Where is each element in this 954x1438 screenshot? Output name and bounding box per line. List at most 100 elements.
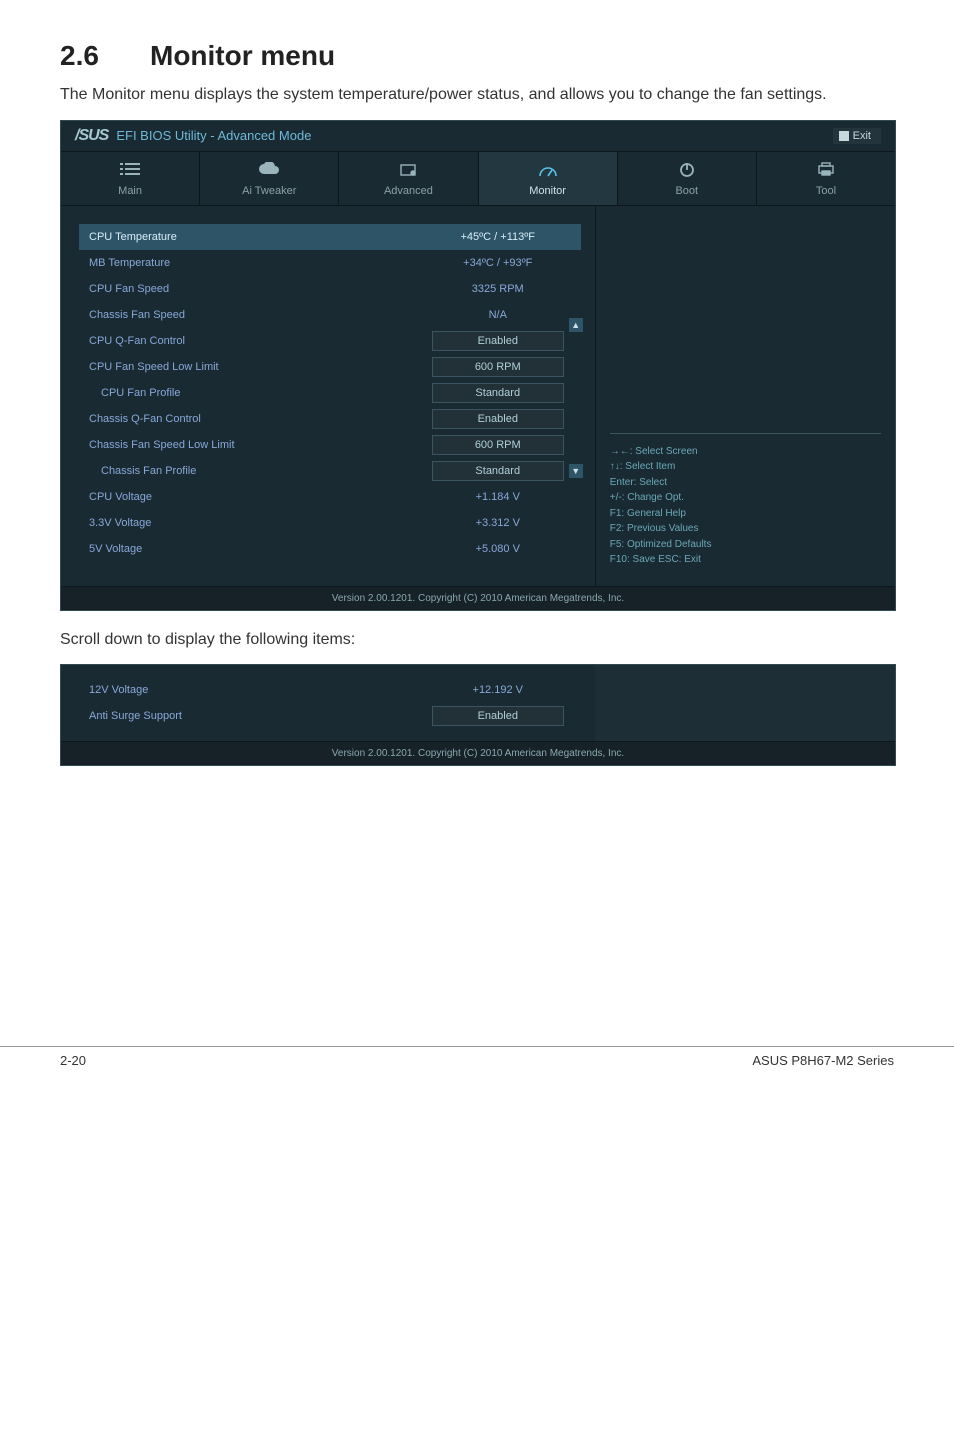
heading-title: Monitor menu	[150, 40, 335, 71]
setting-row: 5V Voltage+5.080 V	[61, 536, 595, 562]
setting-row: Chassis Fan SpeedN/A	[61, 302, 595, 328]
tab-ai-tweaker-label: Ai Tweaker	[242, 185, 296, 197]
bios-titlebar: /SUS EFI BIOS Utility - Advanced Mode Ex…	[61, 121, 895, 152]
setting-value: +1.184 V	[423, 491, 573, 503]
printer-icon	[757, 162, 895, 180]
setting-label: CPU Fan Speed Low Limit	[89, 361, 423, 373]
setting-label: Anti Surge Support	[89, 710, 423, 722]
bios-help-panel: →←: Select Screen ↑↓: Select Item Enter:…	[595, 206, 895, 586]
setting-value[interactable]: Standard	[423, 383, 573, 403]
chip-icon	[339, 162, 477, 180]
setting-row: CPU Fan Speed3325 RPM	[61, 276, 595, 302]
setting-label: CPU Fan Profile	[101, 387, 423, 399]
bios-title: EFI BIOS Utility - Advanced Mode	[116, 128, 311, 143]
setting-label: Chassis Q-Fan Control	[89, 413, 423, 425]
setting-value[interactable]: Enabled	[423, 706, 573, 726]
help-line: F1: General Help	[610, 506, 881, 522]
gauge-icon	[479, 162, 617, 180]
setting-row[interactable]: CPU Q-Fan Control Enabled	[61, 328, 595, 354]
dropdown[interactable]: Enabled	[432, 409, 564, 429]
setting-label: CPU Q-Fan Control	[89, 335, 423, 347]
help-line: +/-: Change Opt.	[610, 490, 881, 506]
exit-button[interactable]: Exit	[833, 128, 881, 144]
bios-window-scrolled: 12V Voltage+12.192 V Anti Surge Support En…	[60, 664, 896, 766]
dropdown[interactable]: Standard	[432, 461, 564, 481]
dropdown[interactable]: Enabled	[432, 706, 564, 726]
scroll-up-arrow[interactable]: ▲	[569, 318, 583, 332]
scroll-note: Scroll down to display the following ite…	[60, 629, 894, 651]
tab-main-label: Main	[118, 185, 142, 197]
setting-label: MB Temperature	[89, 257, 423, 269]
cloud-icon	[200, 162, 338, 180]
tab-monitor[interactable]: Monitor	[479, 152, 618, 205]
tab-tool[interactable]: Tool	[757, 152, 895, 205]
scroll-down-arrow[interactable]: ▼	[569, 464, 583, 478]
setting-label: 5V Voltage	[89, 543, 423, 555]
setting-value: 3325 RPM	[423, 283, 573, 295]
setting-row[interactable]: Chassis Q-Fan Control Enabled	[61, 406, 595, 432]
help-line: →←: Select Screen	[610, 444, 881, 460]
setting-label: Chassis Fan Speed Low Limit	[89, 439, 423, 451]
bios-tabbar: Main Ai Tweaker Advanced Monitor Boot To…	[61, 152, 895, 206]
exit-icon	[839, 131, 849, 141]
dropdown[interactable]: Enabled	[432, 331, 564, 351]
setting-row[interactable]: Anti Surge Support Enabled	[61, 703, 595, 729]
setting-row[interactable]: CPU Temperature+45ºC / +113ºF	[79, 224, 581, 250]
help-line: F2: Previous Values	[610, 521, 881, 537]
setting-row: MB Temperature+34ºC / +93ºF	[61, 250, 595, 276]
tab-boot[interactable]: Boot	[618, 152, 757, 205]
tab-boot-label: Boot	[675, 185, 698, 197]
tab-ai-tweaker[interactable]: Ai Tweaker	[200, 152, 339, 205]
setting-value: N/A	[423, 309, 573, 321]
help-line: F5: Optimized Defaults	[610, 537, 881, 553]
bios-footer-scrolled: Version 2.00.1201. Copyright (C) 2010 Am…	[61, 741, 895, 765]
setting-row[interactable]: Chassis Fan Profile Standard	[61, 458, 595, 484]
setting-label: 3.3V Voltage	[89, 517, 423, 529]
help-line: F10: Save ESC: Exit	[610, 552, 881, 568]
manual-title: ASUS P8H67-M2 Series	[752, 1053, 894, 1068]
intro-text: The Monitor menu displays the system tem…	[60, 84, 894, 106]
help-line: Enter: Select	[610, 475, 881, 491]
setting-value: +34ºC / +93ºF	[423, 257, 573, 269]
exit-label: Exit	[853, 130, 871, 142]
dropdown[interactable]: 600 RPM	[432, 435, 564, 455]
tab-advanced-label: Advanced	[384, 185, 433, 197]
setting-label: CPU Temperature	[89, 231, 423, 243]
setting-label: CPU Fan Speed	[89, 283, 423, 295]
tab-main[interactable]: Main	[61, 152, 200, 205]
setting-row[interactable]: Chassis Fan Speed Low Limit 600 RPM	[61, 432, 595, 458]
setting-row: 12V Voltage+12.192 V	[61, 677, 595, 703]
bios-footer: Version 2.00.1201. Copyright (C) 2010 Am…	[61, 586, 895, 610]
setting-value[interactable]: Enabled	[423, 409, 573, 429]
help-line: ↑↓: Select Item	[610, 459, 881, 475]
bios-settings-panel-scrolled: 12V Voltage+12.192 V Anti Surge Support En…	[61, 665, 595, 741]
bios-help-panel-scrolled	[595, 665, 895, 741]
setting-value[interactable]: Standard	[423, 461, 573, 481]
setting-value[interactable]: 600 RPM	[423, 435, 573, 455]
setting-value[interactable]: 600 RPM	[423, 357, 573, 377]
power-icon	[618, 162, 756, 180]
bios-window: /SUS EFI BIOS Utility - Advanced Mode Ex…	[60, 120, 896, 611]
asus-logo: /SUS	[75, 127, 108, 145]
page-footer: 2-20 ASUS P8H67-M2 Series	[0, 1046, 954, 1098]
bios-settings-panel: CPU Temperature+45ºC / +113ºFMB Temperat…	[61, 206, 595, 586]
page-number: 2-20	[60, 1053, 86, 1068]
tab-tool-label: Tool	[816, 185, 836, 197]
setting-row[interactable]: CPU Fan Speed Low Limit 600 RPM	[61, 354, 595, 380]
heading-number: 2.6	[60, 40, 150, 72]
setting-row[interactable]: CPU Fan Profile Standard	[61, 380, 595, 406]
setting-label: 12V Voltage	[89, 684, 423, 696]
setting-value: +3.312 V	[423, 517, 573, 529]
setting-value: +45ºC / +113ºF	[423, 231, 573, 243]
dropdown[interactable]: Standard	[432, 383, 564, 403]
setting-label: Chassis Fan Speed	[89, 309, 423, 321]
tab-advanced[interactable]: Advanced	[339, 152, 478, 205]
tab-monitor-label: Monitor	[529, 185, 566, 197]
setting-label: CPU Voltage	[89, 491, 423, 503]
dropdown[interactable]: 600 RPM	[432, 357, 564, 377]
page-heading: 2.6Monitor menu	[60, 40, 894, 72]
list-icon	[61, 162, 199, 180]
setting-value[interactable]: Enabled	[423, 331, 573, 351]
setting-label: Chassis Fan Profile	[101, 465, 423, 477]
help-box: →←: Select Screen ↑↓: Select Item Enter:…	[610, 433, 881, 568]
